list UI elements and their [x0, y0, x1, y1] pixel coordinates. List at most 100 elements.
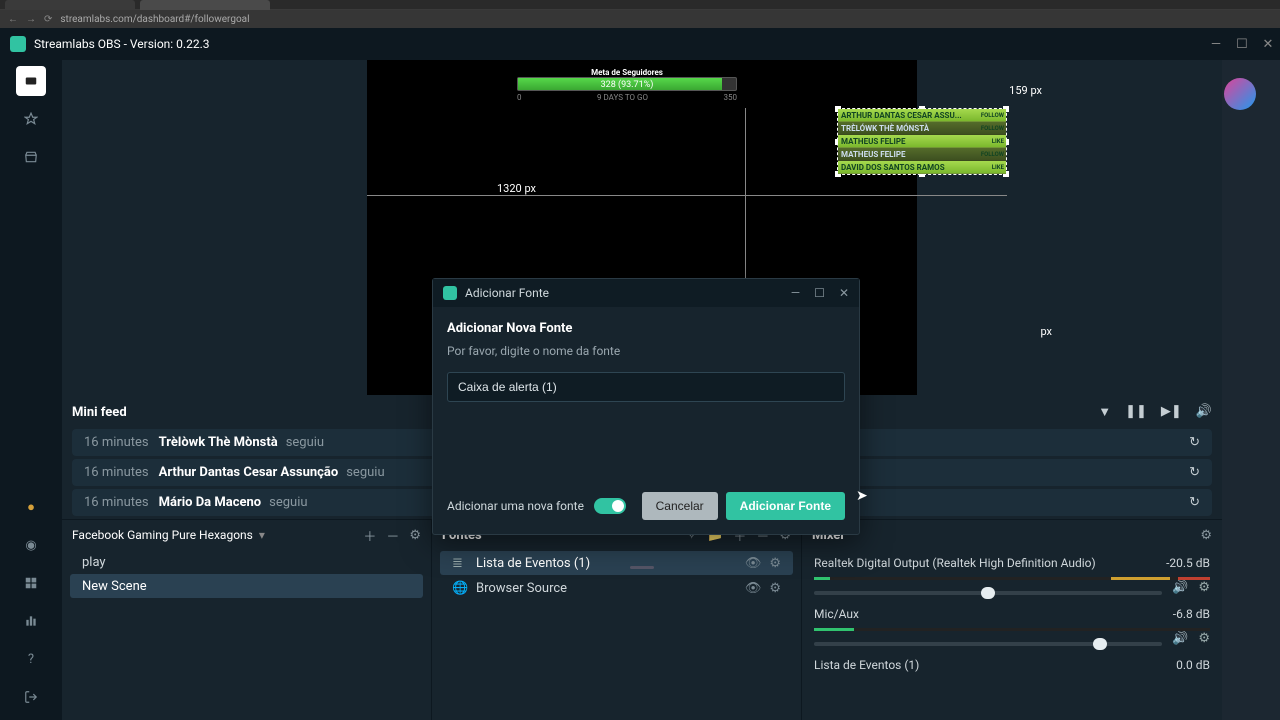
- browser-tabstrip: [0, 0, 1280, 10]
- browser-tab[interactable]: [5, 0, 135, 10]
- replay-icon[interactable]: ↻: [1189, 465, 1200, 480]
- feed-action: seguiu: [286, 435, 324, 450]
- scene-settings-icon[interactable]: ⚙: [409, 528, 421, 543]
- nav-logout-icon[interactable]: [16, 682, 46, 712]
- event-list-row: MATHEUS FELIPELIKE: [838, 135, 1006, 148]
- nav-stats-icon[interactable]: [16, 606, 46, 636]
- lock-icon[interactable]: ⚙: [769, 556, 781, 571]
- background-browser-strip: [1222, 60, 1280, 720]
- lock-icon[interactable]: ⚙: [769, 581, 781, 596]
- modal-close-icon[interactable]: ✕: [839, 286, 849, 300]
- source-name-input[interactable]: [447, 372, 845, 402]
- mini-feed-title: Mini feed: [72, 405, 127, 420]
- gear-icon[interactable]: ⚙: [1198, 631, 1210, 646]
- modal-prompt: Por favor, digite o nome da fonte: [447, 344, 845, 358]
- panel-resize-grip[interactable]: [630, 566, 654, 569]
- scene-item[interactable]: play: [70, 550, 423, 574]
- event-list-row: MATHEUS FELIPEFOLLOW: [838, 148, 1006, 161]
- feed-time: 16 minutes: [84, 495, 149, 510]
- mixer-channel: Mic/Aux -6.8 dB 🔊 ⚙: [802, 601, 1222, 652]
- replay-icon[interactable]: ↻: [1189, 435, 1200, 450]
- replay-icon[interactable]: ↻: [1189, 495, 1200, 510]
- left-nav-rail: ● ◉ ?: [0, 60, 62, 720]
- pause-icon[interactable]: ❚❚: [1125, 404, 1147, 420]
- mixer-channel: Lista de Eventos (1) 0.0 dB: [802, 652, 1222, 678]
- browser-tab[interactable]: [140, 0, 270, 10]
- volume-slider[interactable]: [814, 642, 1162, 646]
- goal-min: 0: [517, 93, 522, 102]
- streamlabs-logo-icon: [10, 36, 26, 52]
- audio-meter: [814, 628, 1210, 631]
- modal-title-text: Adicionar Fonte: [465, 286, 549, 300]
- visibility-icon[interactable]: 👁: [745, 581, 762, 596]
- remove-scene-icon[interactable]: －: [386, 526, 399, 545]
- channel-db: 0.0 dB: [1176, 658, 1210, 672]
- source-label: Lista de Eventos (1): [476, 556, 590, 571]
- modal-titlebar[interactable]: Adicionar Fonte — ☐ ✕: [433, 279, 859, 307]
- avatar[interactable]: [1224, 78, 1256, 110]
- goal-title: Meta de Seguidores: [517, 68, 737, 77]
- feed-time: 16 minutes: [84, 465, 149, 480]
- list-icon: ≣: [452, 556, 466, 571]
- app-title: Streamlabs OBS - Version: 0.22.3: [34, 37, 209, 51]
- nav-grid-icon[interactable]: [16, 568, 46, 598]
- add-scene-icon[interactable]: ＋: [363, 526, 376, 545]
- feed-action: seguiu: [346, 465, 384, 480]
- source-item[interactable]: ≣ Lista de Eventos (1) 👁 ⚙: [440, 551, 793, 575]
- nav-status-icon[interactable]: ●: [16, 492, 46, 522]
- goal-days: 9 DAYS TO GO: [597, 93, 648, 102]
- channel-name: Realtek Digital Output (Realtek High Def…: [814, 556, 1096, 570]
- nav-editor-icon[interactable]: [16, 66, 46, 96]
- event-list-source[interactable]: ARTHUR DANTAS CESAR ASSU...FOLLOWTRÈLÓWK…: [837, 108, 1007, 175]
- event-list-row: DAVID DOS SANTOS RAMOSLIKE: [838, 161, 1006, 174]
- modal-minimize-icon[interactable]: —: [791, 286, 800, 300]
- url-text: streamlabs.com/dashboard#/followergoal: [60, 14, 249, 25]
- browser-address-bar[interactable]: ← → ⟳ streamlabs.com/dashboard#/follower…: [0, 10, 1280, 28]
- source-label: Browser Source: [476, 581, 567, 596]
- feed-action: seguiu: [269, 495, 307, 510]
- mute-icon[interactable]: 🔊: [1196, 404, 1212, 420]
- visibility-icon[interactable]: 👁: [745, 556, 762, 571]
- new-source-toggle[interactable]: [594, 498, 626, 514]
- scenes-panel: Facebook Gaming Pure Hexagons▾ ＋ － ⚙ pla…: [62, 520, 432, 720]
- channel-name: Mic/Aux: [814, 607, 859, 621]
- sources-panel: Fontes ✧ 📁 ＋ － ⚙ ≣ Lista de Eventos (1) …: [432, 520, 802, 720]
- maximize-icon[interactable]: ☐: [1236, 37, 1248, 52]
- nav-store-icon[interactable]: [16, 142, 46, 172]
- dimension-px: px: [1040, 325, 1052, 338]
- streamlabs-logo-icon: [443, 286, 457, 300]
- nav-themes-icon[interactable]: [16, 104, 46, 134]
- volume-slider[interactable]: [814, 591, 1162, 595]
- nav-record-icon[interactable]: ◉: [16, 530, 46, 560]
- speaker-icon[interactable]: 🔊: [1172, 580, 1188, 595]
- speaker-icon[interactable]: 🔊: [1172, 631, 1188, 646]
- forward-icon[interactable]: →: [26, 14, 36, 25]
- feed-time: 16 minutes: [84, 435, 149, 450]
- goal-max: 350: [724, 93, 738, 102]
- app-titlebar: Streamlabs OBS - Version: 0.22.3 — ☐ ✕: [0, 28, 1280, 60]
- scene-collection-dropdown[interactable]: Facebook Gaming Pure Hexagons▾: [72, 528, 265, 542]
- feed-name: Trèlòwk Thè Mònstà: [159, 435, 278, 450]
- minimize-icon[interactable]: —: [1210, 37, 1222, 52]
- mixer-channel: Realtek Digital Output (Realtek High Def…: [802, 550, 1222, 601]
- mixer-settings-icon[interactable]: ⚙: [1200, 528, 1212, 543]
- close-icon[interactable]: ✕: [1262, 37, 1274, 52]
- scene-item[interactable]: New Scene: [70, 574, 423, 598]
- mixer-panel: Mixer ⚙ Realtek Digital Output (Realtek …: [802, 520, 1222, 720]
- reload-icon[interactable]: ⟳: [44, 14, 52, 25]
- feed-name: Mário Da Maceno: [159, 495, 262, 510]
- filter-icon[interactable]: ▼: [1098, 404, 1111, 420]
- globe-icon: 🌐: [452, 581, 466, 596]
- modal-maximize-icon[interactable]: ☐: [814, 286, 825, 300]
- skip-icon[interactable]: ▶❚: [1161, 404, 1182, 420]
- follower-goal-widget: Meta de Seguidores 328 (93.71%) 0 9 DAYS…: [517, 68, 737, 102]
- event-list-row: TRÈLÓWK THÈ MÓNSTÀFOLLOW: [838, 122, 1006, 135]
- cancel-button[interactable]: Cancelar: [642, 492, 718, 520]
- add-source-modal: Adicionar Fonte — ☐ ✕ Adicionar Nova Fon…: [432, 278, 860, 535]
- gear-icon[interactable]: ⚙: [1198, 580, 1210, 595]
- add-source-button[interactable]: Adicionar Fonte: [726, 492, 845, 520]
- back-icon[interactable]: ←: [8, 14, 18, 25]
- nav-help-icon[interactable]: ?: [16, 644, 46, 674]
- selection-guide-horizontal: [367, 195, 1007, 196]
- source-item[interactable]: 🌐 Browser Source 👁 ⚙: [440, 576, 793, 600]
